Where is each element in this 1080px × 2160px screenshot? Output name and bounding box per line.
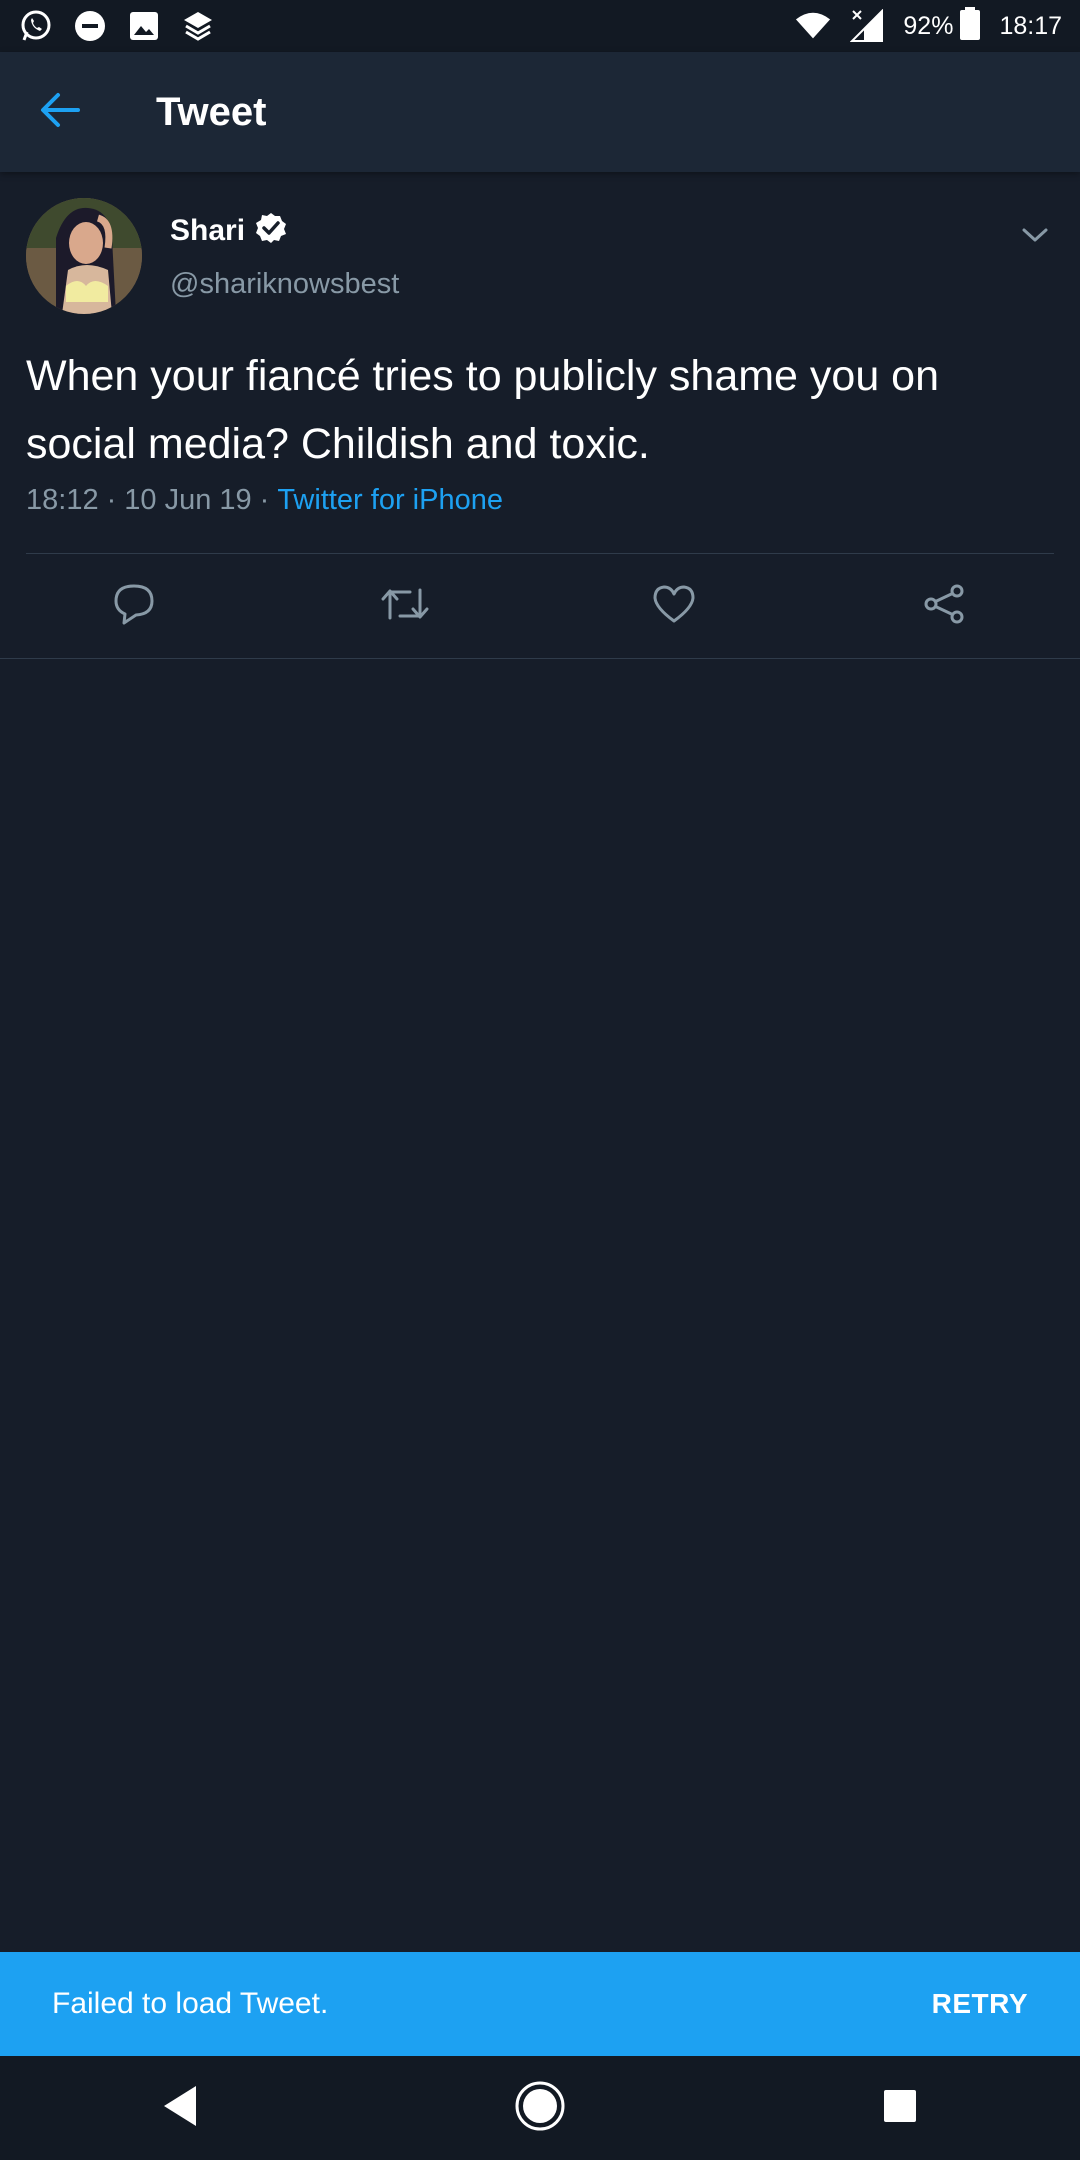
whatsapp-icon <box>18 8 54 44</box>
tweet-text: When your fiancé tries to publicly shame… <box>26 352 940 468</box>
divider <box>0 658 1080 659</box>
verified-badge-icon <box>255 212 287 249</box>
status-bar-right: 92% 18:17 <box>795 6 1062 46</box>
retweet-button[interactable] <box>375 576 435 636</box>
share-button[interactable] <box>914 576 974 636</box>
display-name[interactable]: Shari <box>170 214 245 248</box>
status-bar-left <box>18 8 216 44</box>
nav-home-button[interactable] <box>495 2063 585 2153</box>
wifi-icon <box>795 8 831 44</box>
battery-icon <box>959 6 981 46</box>
tweet-actions <box>0 554 1080 658</box>
meta-separator: · <box>106 484 117 516</box>
heart-icon <box>652 584 696 629</box>
status-bar: 92% 18:17 <box>0 0 1080 52</box>
reply-button[interactable] <box>104 576 164 636</box>
nav-back-button[interactable] <box>135 2063 225 2153</box>
triangle-back-icon <box>160 2084 200 2133</box>
screen: 92% 18:17 Tweet Shari @shariknowsbest Wh… <box>0 0 1080 2160</box>
battery-percent: 92% <box>903 11 954 40</box>
tweet-meta: 18:12 · 10 Jun 19 · Twitter for iPhone <box>26 484 503 517</box>
meta-separator: · <box>259 484 270 516</box>
like-button[interactable] <box>644 576 704 636</box>
retweet-icon <box>380 584 430 629</box>
battery-indicator: 92% <box>903 6 981 46</box>
status-time: 18:17 <box>999 11 1062 40</box>
image-icon <box>126 8 162 44</box>
square-recents-icon <box>882 2088 918 2129</box>
tweet-options-button[interactable] <box>1010 212 1060 262</box>
retry-button[interactable]: RETRY <box>932 1988 1028 2020</box>
tweet-header: Shari @shariknowsbest <box>0 172 1080 332</box>
user-handle[interactable]: @shariknowsbest <box>170 268 399 301</box>
name-row: Shari <box>170 212 287 249</box>
avatar[interactable] <box>26 198 142 314</box>
app-bar: Tweet <box>0 52 1080 172</box>
home-circle-icon <box>514 2080 566 2137</box>
snackbar-message: Failed to load Tweet. <box>52 1987 329 2020</box>
page-title: Tweet <box>156 89 267 134</box>
tweet-detail: Shari @shariknowsbest When your fiancé t… <box>0 172 1080 659</box>
reply-icon <box>112 582 156 631</box>
tweet-time: 18:12 <box>26 484 99 516</box>
back-button[interactable] <box>0 52 120 172</box>
chevron-down-icon <box>1021 227 1049 248</box>
tweet-date: 10 Jun 19 <box>124 484 252 516</box>
share-icon <box>922 582 966 631</box>
layers-icon <box>180 8 216 44</box>
tweet-source-link[interactable]: Twitter for iPhone <box>277 484 503 517</box>
cellular-signal-icon <box>849 8 885 44</box>
system-nav-bar <box>0 2056 1080 2160</box>
nav-recents-button[interactable] <box>855 2063 945 2153</box>
do-not-disturb-icon <box>72 8 108 44</box>
error-snackbar: Failed to load Tweet. RETRY <box>0 1952 1080 2056</box>
arrow-left-icon <box>40 92 80 133</box>
